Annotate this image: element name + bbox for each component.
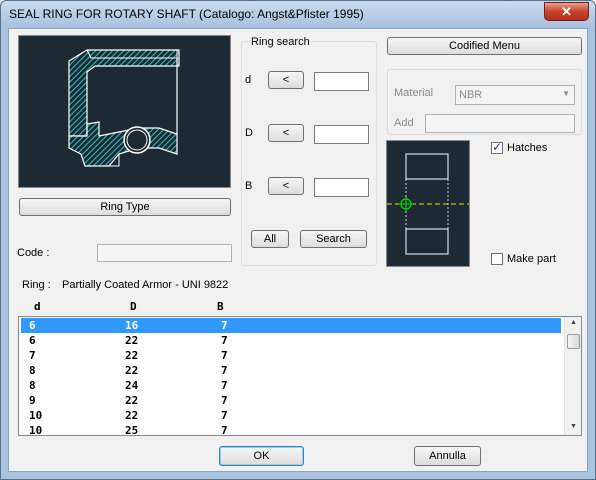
cell-d: 9 bbox=[29, 394, 36, 407]
cell-b: 7 bbox=[221, 394, 228, 407]
add-label: Add bbox=[394, 117, 414, 129]
cell-big-d: 22 bbox=[125, 394, 139, 407]
dialog-window: SEAL RING FOR ROTARY SHAFT (Catalogo: An… bbox=[0, 0, 596, 480]
b-field[interactable] bbox=[314, 178, 369, 197]
cell-b: 7 bbox=[221, 319, 228, 332]
column-header-b: B bbox=[217, 300, 224, 313]
cell-b: 7 bbox=[221, 409, 228, 422]
window-title: SEAL RING FOR ROTARY SHAFT (Catalogo: An… bbox=[9, 7, 364, 21]
ok-button[interactable]: OK bbox=[219, 446, 304, 466]
table-row[interactable]: 6 22 7 bbox=[21, 333, 561, 348]
table-row[interactable]: 7 22 7 bbox=[21, 348, 561, 363]
table-row[interactable]: 8 22 7 bbox=[21, 363, 561, 378]
code-label: Code : bbox=[17, 247, 50, 259]
big-d-label: D bbox=[245, 127, 253, 139]
cell-b: 7 bbox=[221, 364, 228, 377]
table-row[interactable]: 10 25 7 bbox=[21, 423, 561, 436]
big-d-pick-button[interactable]: < bbox=[268, 124, 304, 142]
cell-b: 7 bbox=[221, 424, 228, 436]
hatches-checkbox[interactable]: ✓ bbox=[491, 140, 503, 154]
cell-d: 10 bbox=[29, 409, 43, 422]
dialog-body: Ring Type Code : Ring search d < D < B <… bbox=[8, 28, 588, 472]
ring-list[interactable]: 6 16 7 6 22 7 7 22 7 8 22 7 8 24 7 9 22 … bbox=[18, 316, 582, 436]
ring-label: Ring : bbox=[22, 279, 51, 291]
material-label: Material bbox=[394, 87, 434, 99]
b-pick-button[interactable]: < bbox=[268, 177, 304, 195]
make-part-checkbox[interactable] bbox=[491, 253, 503, 265]
ring-value: Partially Coated Armor - UNI 9822 bbox=[62, 279, 229, 291]
close-button[interactable]: ✕ bbox=[544, 2, 589, 21]
scroll-thumb[interactable] bbox=[567, 334, 580, 349]
cell-big-d: 22 bbox=[125, 349, 139, 362]
material-value: NBR bbox=[459, 89, 483, 101]
codified-menu-button[interactable]: Codified Menu bbox=[387, 37, 582, 55]
ring-search-title: Ring search bbox=[249, 36, 312, 48]
column-header-big-d: D bbox=[130, 300, 137, 313]
cell-big-d: 22 bbox=[125, 334, 139, 347]
d-pick-button[interactable]: < bbox=[268, 71, 304, 89]
cell-big-d: 24 bbox=[125, 379, 139, 392]
b-label: B bbox=[245, 180, 253, 192]
side-view-drawing bbox=[387, 153, 469, 255]
table-row[interactable]: 9 22 7 bbox=[21, 393, 561, 408]
all-button[interactable]: All bbox=[251, 230, 289, 248]
cell-d: 7 bbox=[29, 349, 36, 362]
cell-b: 7 bbox=[221, 334, 228, 347]
big-d-field[interactable] bbox=[314, 125, 369, 144]
table-row[interactable]: 10 22 7 bbox=[21, 408, 561, 423]
checkmark-icon: ✓ bbox=[492, 140, 503, 154]
search-button[interactable]: Search bbox=[300, 230, 367, 248]
column-header-d: d bbox=[34, 300, 41, 313]
ring-type-button[interactable]: Ring Type bbox=[19, 198, 231, 216]
d-label: d bbox=[245, 74, 252, 86]
cell-d: 10 bbox=[29, 424, 43, 436]
code-field[interactable] bbox=[97, 244, 232, 262]
table-row[interactable]: 6 16 7 bbox=[21, 318, 561, 333]
dropdown-arrow-icon: ▼ bbox=[562, 89, 570, 98]
cell-b: 7 bbox=[221, 349, 228, 362]
seal-section-drawing bbox=[68, 49, 180, 167]
d-field[interactable] bbox=[314, 72, 369, 91]
cancel-button[interactable]: Annulla bbox=[414, 446, 481, 466]
cell-d: 8 bbox=[29, 379, 36, 392]
add-field[interactable] bbox=[425, 114, 575, 133]
side-view-preview bbox=[386, 140, 470, 267]
cell-big-d: 22 bbox=[125, 364, 139, 377]
material-select[interactable]: NBR ▼ bbox=[455, 85, 575, 105]
cell-d: 8 bbox=[29, 364, 36, 377]
table-row[interactable]: 8 24 7 bbox=[21, 378, 561, 393]
scroll-up-icon[interactable]: ▲ bbox=[570, 319, 577, 326]
scroll-down-icon[interactable]: ▼ bbox=[570, 423, 577, 430]
seal-preview bbox=[18, 35, 231, 188]
cell-b: 7 bbox=[221, 379, 228, 392]
cell-d: 6 bbox=[29, 319, 36, 332]
cell-d: 6 bbox=[29, 334, 36, 347]
title-bar[interactable]: SEAL RING FOR ROTARY SHAFT (Catalogo: An… bbox=[1, 1, 595, 27]
hatches-label: Hatches bbox=[507, 142, 548, 154]
cell-big-d: 16 bbox=[125, 319, 139, 332]
vertical-scrollbar[interactable]: ▲ ▼ bbox=[564, 317, 581, 435]
make-part-label: Make part bbox=[507, 253, 556, 265]
cell-big-d: 22 bbox=[125, 409, 139, 422]
cell-big-d: 25 bbox=[125, 424, 139, 436]
